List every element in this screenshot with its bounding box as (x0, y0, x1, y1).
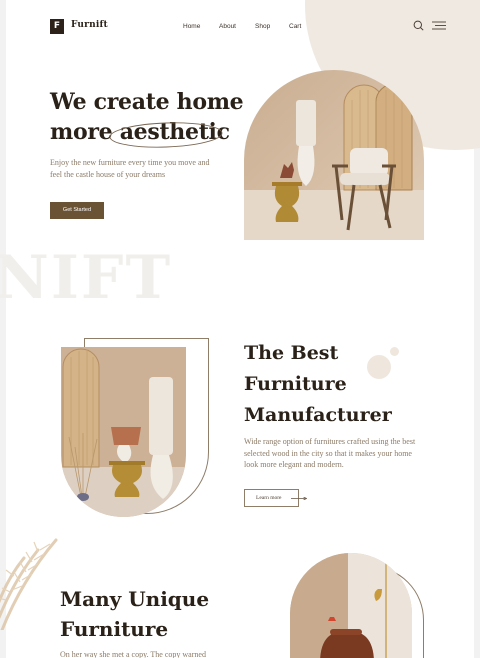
section-heading-line-3: Manufacturer (244, 404, 392, 426)
nav-link-home[interactable]: Home (183, 23, 200, 30)
arrow-right-icon (291, 497, 307, 500)
decorative-dot-small (390, 347, 399, 356)
nav-link-about[interactable]: About (219, 23, 236, 30)
hamburger-menu-icon[interactable] (432, 20, 446, 31)
pampas-grass-decor (0, 538, 58, 630)
logo-mark[interactable]: F (50, 19, 64, 34)
landing-page: F Furnift Home About Shop Cart We create… (0, 0, 480, 658)
unique-description: On her way she met a copy. The copy warn… (60, 650, 206, 658)
unique-heading-line-2: Furniture (60, 617, 169, 641)
brand-name[interactable]: Furnift (71, 20, 108, 30)
hero-description: Enjoy the new furniture every time you m… (50, 158, 210, 179)
search-icon[interactable] (413, 20, 424, 31)
lamp-decor-image (61, 347, 186, 517)
hero-emphasis-ellipse (109, 122, 223, 148)
hero-heading-line-1: We create home (50, 89, 244, 115)
section-heading-line-2: Furniture (244, 373, 347, 395)
decorative-dot-large (367, 355, 391, 379)
unique-heading-line-1: Many Unique (60, 587, 210, 611)
background-watermark: NIFT (0, 243, 173, 313)
lounge-chair-image (290, 553, 412, 658)
nav-link-shop[interactable]: Shop (255, 23, 270, 30)
manufacturer-description: Wide range option of furnitures crafted … (244, 437, 416, 469)
nav-link-cart[interactable]: Cart (289, 23, 301, 30)
section-heading-line-1: The Best (244, 342, 339, 364)
hero-chair-image (244, 70, 424, 240)
get-started-button[interactable]: Get Started (50, 202, 104, 219)
